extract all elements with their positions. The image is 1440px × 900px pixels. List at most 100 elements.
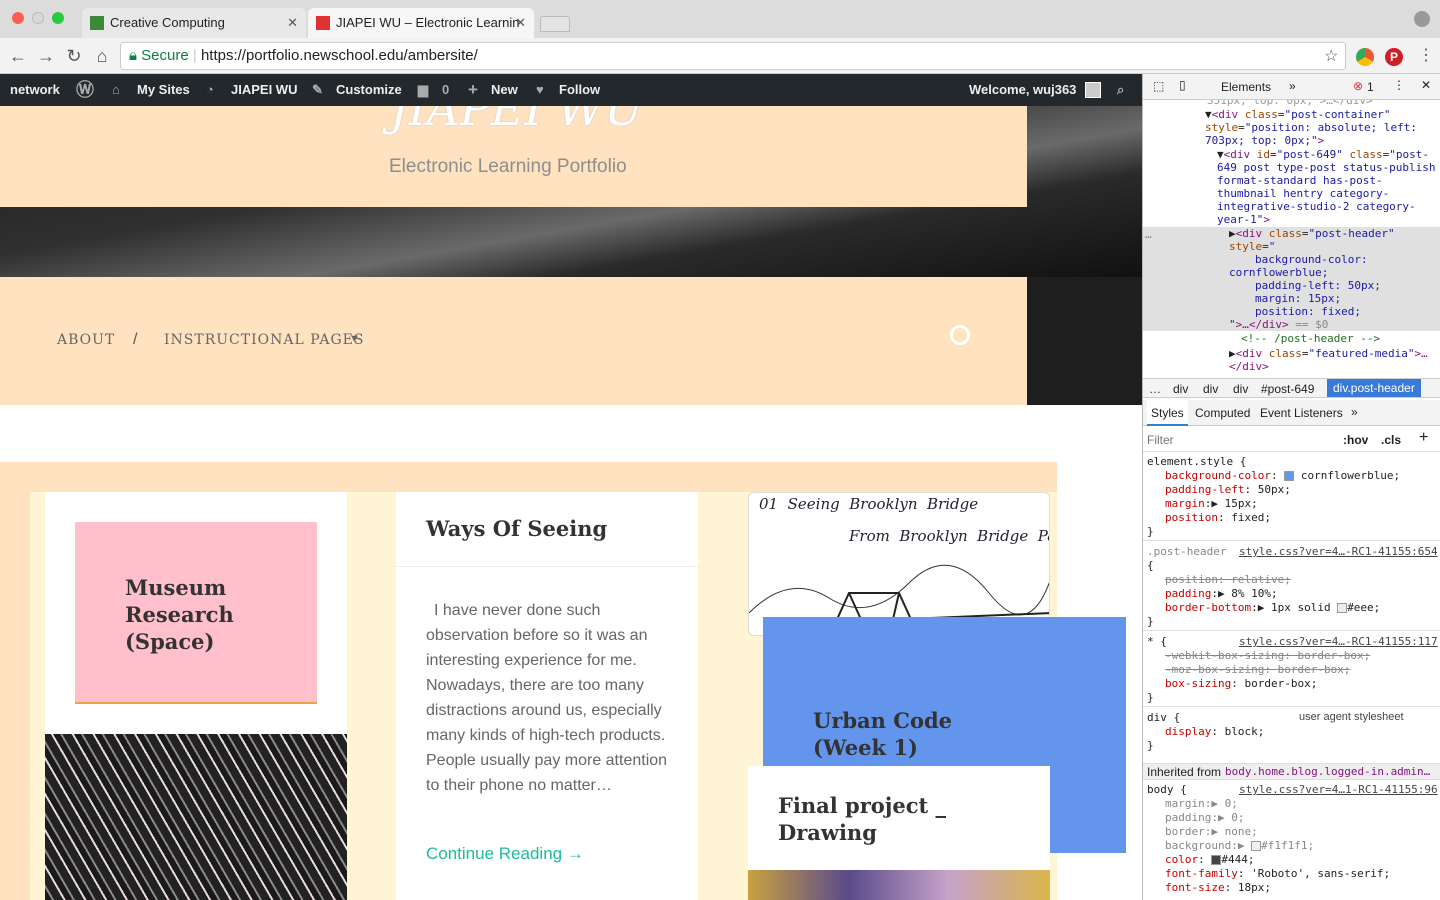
breadcrumb-item[interactable]: …: [1149, 382, 1161, 396]
close-window-icon[interactable]: [12, 12, 24, 24]
divider: [396, 566, 698, 567]
post-title[interactable]: Final project _ Drawing: [778, 792, 978, 846]
home-icon[interactable]: ⌂: [90, 44, 114, 68]
favicon-icon: [90, 16, 104, 30]
rule-source-link[interactable]: style.css?ver=4…1-RC1-41155:96: [1239, 783, 1438, 796]
my-sites-link[interactable]: My Sites: [137, 74, 190, 106]
search-icon[interactable]: [950, 325, 970, 345]
rule-source: user agent stylesheet: [1299, 711, 1404, 723]
site-header: JIAPEI WU Electronic Learning Portfolio: [0, 106, 1027, 207]
color-swatch[interactable]: [1337, 603, 1348, 613]
dashboard-icon: ◔: [206, 82, 214, 97]
post-card[interactable]: Museum Research (Space): [45, 492, 347, 900]
rule-source-link[interactable]: style.css?ver=4…-RC1-41155:654: [1239, 545, 1438, 558]
new-tab-button[interactable]: [540, 16, 570, 32]
tab-styles[interactable]: Styles: [1147, 400, 1188, 426]
browser-window: Creative Computing ✕ JIAPEI WU – Electro…: [0, 0, 1440, 900]
profile-icon[interactable]: [1414, 11, 1430, 27]
color-swatch[interactable]: [1284, 471, 1295, 481]
error-icon[interactable]: ⊗: [1353, 79, 1363, 93]
menu-icon[interactable]: ⋮: [1418, 45, 1434, 65]
extension-icon[interactable]: [1356, 48, 1374, 66]
minimize-window-icon[interactable]: [32, 12, 44, 24]
brush-icon: ✎: [312, 82, 323, 97]
favicon-icon: [316, 16, 330, 30]
post-title[interactable]: Urban Code (Week 1): [813, 707, 1023, 761]
reload-icon[interactable]: ↻: [62, 44, 86, 68]
featured-image[interactable]: [45, 734, 347, 900]
site-title[interactable]: JIAPEI WU: [390, 106, 643, 136]
cls-toggle[interactable]: .cls: [1381, 433, 1401, 447]
breadcrumb-item[interactable]: div: [1233, 382, 1248, 396]
network-link[interactable]: network: [10, 74, 60, 106]
site-tagline: Electronic Learning Portfolio: [389, 156, 627, 177]
wp-admin-bar: network Ⓦ ⌂ My Sites ◔ JIAPEI WU ✎ Custo…: [0, 74, 1142, 106]
sketch-caption: From Brooklyn Bridge Park: [849, 527, 1049, 545]
tab-computed[interactable]: Computed: [1195, 406, 1250, 420]
styles-filter-bar: :hov .cls +: [1143, 428, 1440, 452]
browser-toolbar: ← → ↻ ⌂ 🔒︎ Secure | https://portfolio.ne…: [0, 38, 1440, 74]
inherited-header: Inherited from body.home.blog.logged-in.…: [1143, 763, 1440, 780]
breadcrumb-item[interactable]: div: [1203, 382, 1218, 396]
error-count: 1: [1367, 80, 1374, 94]
tab-elements[interactable]: Elements: [1221, 80, 1271, 94]
color-swatch[interactable]: [1211, 855, 1222, 865]
more-tabs[interactable]: »: [1289, 79, 1296, 93]
more-tabs[interactable]: »: [1351, 405, 1358, 419]
address-bar[interactable]: 🔒︎ Secure | https://portfolio.newschool.…: [120, 42, 1346, 70]
post-title[interactable]: Museum Research (Space): [125, 574, 285, 655]
search-icon[interactable]: ⌕: [1117, 74, 1124, 106]
pinterest-icon[interactable]: P: [1385, 48, 1403, 66]
breadcrumb-item-selected[interactable]: div.post-header: [1327, 379, 1421, 397]
styles-rules[interactable]: element.style { background-color: cornfl…: [1143, 454, 1440, 900]
post-title[interactable]: Ways Of Seeing: [426, 516, 607, 541]
forward-icon[interactable]: →: [34, 44, 58, 68]
close-tab-icon[interactable]: ✕: [515, 8, 526, 38]
devtools-toolbar: ⬚ ▯ Elements » ⊗ 1 ⋮ ✕: [1143, 74, 1440, 100]
back-icon[interactable]: ←: [6, 44, 30, 68]
close-icon[interactable]: ✕: [1421, 78, 1431, 92]
close-tab-icon[interactable]: ✕: [287, 8, 298, 38]
inspect-icon[interactable]: ⬚: [1153, 79, 1164, 93]
tab-creative-computing[interactable]: Creative Computing ✕: [82, 8, 306, 38]
device-icon[interactable]: ▯: [1179, 78, 1186, 92]
maximize-window-icon[interactable]: [52, 12, 64, 24]
follow-link[interactable]: Follow: [559, 74, 600, 106]
inherited-selector[interactable]: body.home.blog.logged-in.admin…: [1225, 765, 1430, 778]
dom-tree[interactable]: 351px; top: 0px;">…</div> ▼<div class="p…: [1143, 100, 1440, 378]
sketch-caption: 01 Seeing Brooklyn Bridge: [759, 495, 979, 513]
nav-about[interactable]: ABOUT: [57, 332, 115, 348]
site-name-link[interactable]: JIAPEI WU: [231, 74, 297, 106]
secure-label: Secure: [141, 47, 189, 64]
featured-image[interactable]: [748, 870, 1050, 900]
tab-strip: Creative Computing ✕ JIAPEI WU – Electro…: [0, 0, 1440, 40]
kebab-icon[interactable]: ⋮: [1393, 78, 1405, 92]
tab-title: JIAPEI WU – Electronic Learnin: [336, 15, 520, 30]
hov-toggle[interactable]: :hov: [1343, 433, 1368, 447]
avatar[interactable]: [1085, 82, 1101, 98]
wordpress-icon[interactable]: Ⓦ: [76, 74, 94, 106]
post-card[interactable]: Ways Of Seeing I have never done such ob…: [396, 492, 698, 900]
post-card[interactable]: Final project _ Drawing: [748, 766, 1050, 900]
tab-jiapei-wu[interactable]: JIAPEI WU – Electronic Learnin ✕: [308, 8, 534, 38]
lock-icon: 🔒︎: [129, 47, 137, 64]
divider: |: [192, 47, 201, 64]
breadcrumb-item[interactable]: div: [1173, 382, 1188, 396]
nav-instructional-pages[interactable]: INSTRUCTIONAL PAGES: [164, 332, 364, 348]
new-link[interactable]: New: [491, 74, 518, 106]
filter-input[interactable]: [1147, 431, 1327, 449]
customize-link[interactable]: Customize: [336, 74, 402, 106]
tab-event-listeners[interactable]: Event Listeners: [1260, 406, 1343, 420]
breadcrumb-item[interactable]: #post-649: [1261, 382, 1314, 396]
featured-image[interactable]: 01 Seeing Brooklyn Bridge From Brooklyn …: [748, 492, 1050, 636]
welcome-user[interactable]: Welcome, wuj363: [969, 74, 1076, 106]
color-swatch[interactable]: [1251, 841, 1262, 851]
comment-icon[interactable]: ▆: [418, 74, 428, 106]
bookmark-star-icon[interactable]: ☆: [1324, 46, 1338, 66]
divider: [1143, 630, 1440, 631]
continue-reading-link[interactable]: Continue Reading →: [426, 844, 584, 864]
rule-source-link[interactable]: style.css?ver=4…-RC1-41155:117: [1239, 635, 1438, 648]
heart-icon: ♥: [536, 82, 544, 97]
plus-icon[interactable]: +: [1419, 429, 1428, 447]
nav-separator: /: [133, 331, 138, 348]
